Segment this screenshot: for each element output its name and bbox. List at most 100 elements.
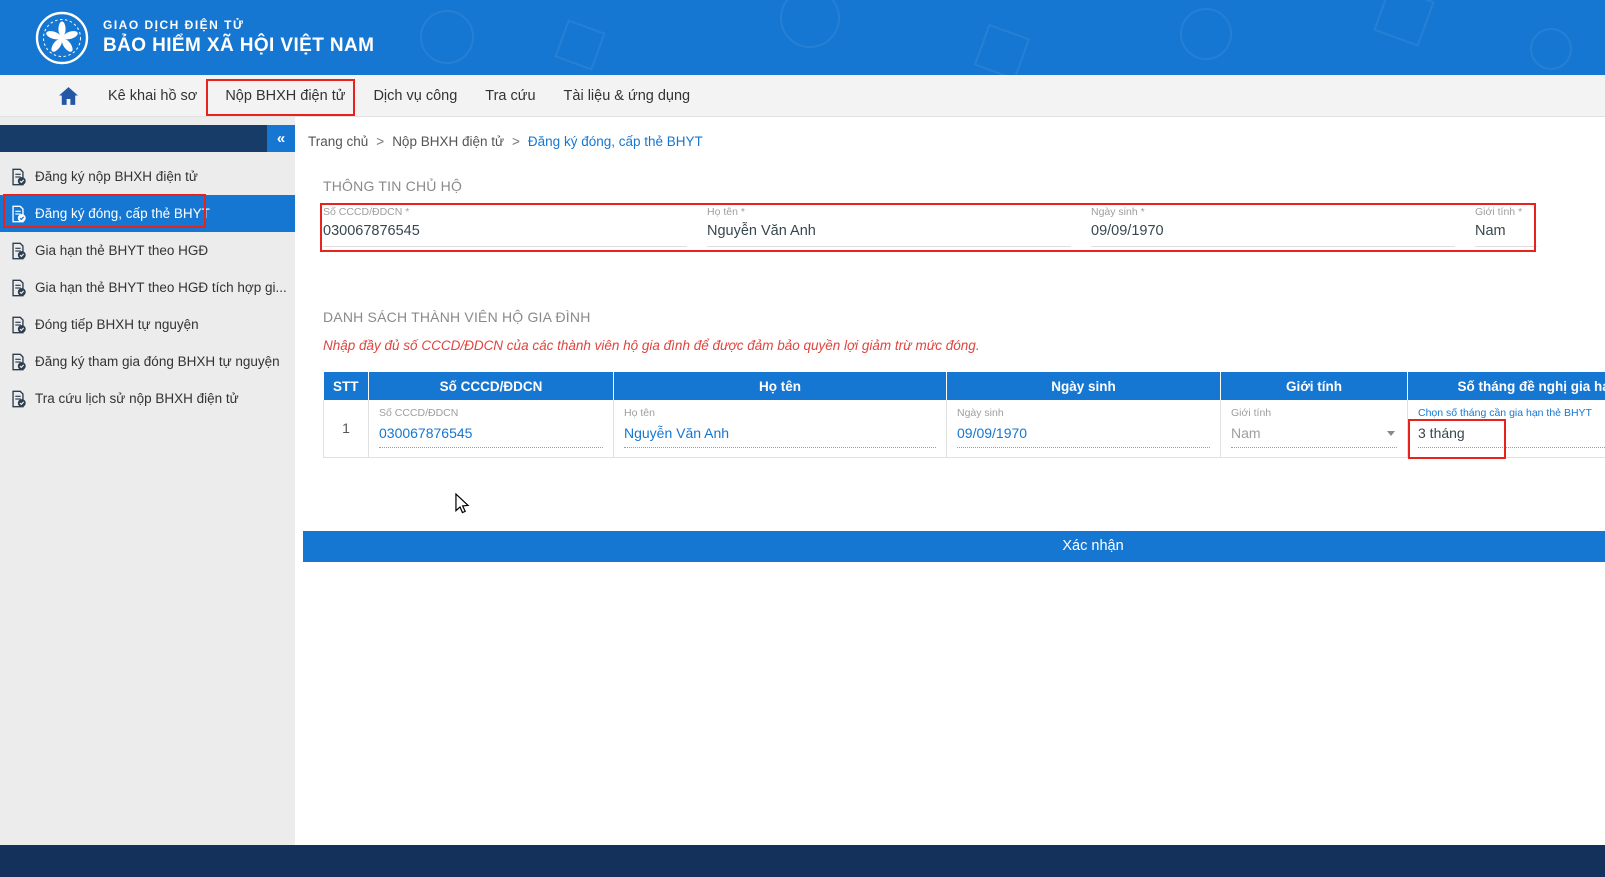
row-so-thang-hint: Chọn số tháng cần gia hạn thẻ BHYT [1418, 407, 1605, 419]
sidebar-item-label: Đóng tiếp BHXH tự nguyện [35, 317, 199, 332]
field-gioi-tinh-value[interactable]: Nam [1475, 223, 1537, 239]
row-ngay-sinh-label: Ngày sinh [957, 407, 1210, 419]
sidebar: « Đăng ký nộp BHXH điện tử Đăng ký đóng,… [0, 117, 295, 845]
field-gioi-tinh[interactable]: Giới tính * Nam [1475, 206, 1537, 247]
row-ho-ten-cell: Họ tên Nguyễn Văn Anh [614, 400, 947, 457]
sidebar-item-label: Đăng ký đóng, cấp thẻ BHYT [35, 206, 210, 221]
breadcrumb: Trang chủ > Nộp BHXH điện tử > Đăng ký đ… [303, 117, 1605, 165]
household-head-title: THÔNG TIN CHỦ HỘ [303, 178, 1605, 194]
members-table: STT Số CCCD/ĐDCN Họ tên Ngày sinh Giới t… [323, 372, 1605, 458]
nav-nop-bhxh-dien-tu[interactable]: Nộp BHXH điện tử [225, 88, 345, 104]
field-ngay-sinh-label: Ngày sinh * [1091, 206, 1455, 218]
sidebar-item-dang-ky-tham-gia-dong-bhxh-tu-nguyen[interactable]: Đăng ký tham gia đóng BHXH tự nguyện [0, 343, 295, 380]
header-decoration [420, 10, 474, 64]
home-button[interactable] [58, 85, 80, 107]
row-cccd-input[interactable]: 030067876545 [379, 425, 603, 448]
breadcrumb-separator: > [512, 134, 520, 149]
header-decoration [974, 24, 1030, 75]
sidebar-item-gia-han-the-bhyt-theo-hgd[interactable]: Gia hạn thẻ BHYT theo HGĐ [0, 232, 295, 269]
nav-dich-vu-cong[interactable]: Dịch vụ công [373, 88, 457, 104]
sidebar-item-label: Tra cứu lịch sử nộp BHXH điện tử [35, 391, 239, 406]
chevron-down-icon [1387, 431, 1395, 436]
field-cccd-value[interactable]: 030067876545 [323, 223, 687, 239]
bhxh-logo-icon [35, 11, 89, 65]
sidebar-item-label: Đăng ký nộp BHXH điện tử [35, 169, 198, 184]
field-ngay-sinh-value[interactable]: 09/09/1970 [1091, 223, 1455, 239]
col-ngay-sinh: Ngày sinh [947, 372, 1221, 400]
row-cccd-cell: Số CCCD/ĐDCN 030067876545 [369, 400, 614, 457]
collapse-sidebar-button[interactable]: « [267, 125, 295, 152]
nav-tra-cuu[interactable]: Tra cứu [485, 88, 535, 104]
page: GIAO DỊCH ĐIỆN TỬ BẢO HIỂM XÃ HỘI VIỆT N… [0, 0, 1605, 877]
header-decoration [554, 19, 605, 70]
footer [0, 845, 1605, 877]
row-cccd-label: Số CCCD/ĐDCN [379, 407, 603, 419]
brand-title: BẢO HIỂM XÃ HỘI VIỆT NAM [103, 35, 374, 57]
document-check-icon [9, 205, 27, 223]
members-table-header-row: STT Số CCCD/ĐDCN Họ tên Ngày sinh Giới t… [324, 372, 1605, 400]
breadcrumb-nop-bhxh-dien-tu[interactable]: Nộp BHXH điện tử [392, 134, 504, 149]
sidebar-item-label: Gia hạn thẻ BHYT theo HGĐ [35, 243, 208, 258]
sidebar-item-dang-ky-nop-bhxh[interactable]: Đăng ký nộp BHXH điện tử [0, 158, 295, 195]
col-cccd: Số CCCD/ĐDCN [369, 372, 614, 400]
row-gioi-tinh-label: Giới tính [1231, 407, 1397, 419]
confirm-button[interactable]: Xác nhận [303, 531, 1605, 562]
sidebar-item-tra-cuu-lich-su[interactable]: Tra cứu lịch sử nộp BHXH điện tử [0, 380, 295, 417]
header-decoration [1180, 8, 1232, 60]
header-decoration [780, 0, 840, 48]
table-row: 1 Số CCCD/ĐDCN 030067876545 Họ tên Nguyễ… [324, 400, 1605, 457]
row-gioi-tinh-cell: Giới tính Nam [1221, 400, 1408, 457]
brand-subtitle: GIAO DỊCH ĐIỆN TỬ [103, 18, 374, 32]
field-ho-ten[interactable]: Họ tên * Nguyễn Văn Anh [707, 206, 1071, 247]
members-section: DANH SÁCH THÀNH VIÊN HỘ GIA ĐÌNH Nhập đầ… [303, 309, 1605, 458]
main-content: Trang chủ > Nộp BHXH điện tử > Đăng ký đ… [295, 117, 1605, 845]
sidebar-collapse-bar: « [0, 125, 295, 152]
document-check-icon [9, 353, 27, 371]
col-gioi-tinh: Giới tính [1221, 372, 1408, 400]
breadcrumb-trang-chu[interactable]: Trang chủ [308, 134, 368, 149]
document-check-icon [9, 168, 27, 186]
field-ngay-sinh[interactable]: Ngày sinh * 09/09/1970 [1091, 206, 1455, 247]
field-gioi-tinh-label: Giới tính * [1475, 206, 1537, 218]
document-check-icon [9, 316, 27, 334]
document-check-icon [9, 390, 27, 408]
household-head-fields: Số CCCD/ĐDCN * 030067876545 Họ tên * Ngu… [323, 206, 1605, 247]
field-ho-ten-value[interactable]: Nguyễn Văn Anh [707, 223, 1071, 239]
row-so-thang-dropdown[interactable]: 3 tháng [1418, 425, 1605, 448]
main-nav: Kê khai hồ sơ Nộp BHXH điện tử Dịch vụ c… [0, 75, 1605, 117]
row-gioi-tinh-value: Nam [1231, 425, 1261, 441]
row-ngay-sinh-input[interactable]: 09/09/1970 [957, 425, 1210, 448]
breadcrumb-current: Đăng ký đóng, cấp thẻ BHYT [528, 134, 703, 149]
field-cccd-label: Số CCCD/ĐDCN * [323, 206, 687, 218]
nav-tai-lieu-ung-dung[interactable]: Tài liệu & ứng dụng [564, 88, 691, 104]
header-decoration [1530, 28, 1572, 70]
house-icon [58, 86, 79, 106]
nav-ke-khai-ho-so[interactable]: Kê khai hồ sơ [108, 88, 197, 104]
document-check-icon [9, 242, 27, 260]
row-so-thang-cell: Chọn số tháng cần gia hạn thẻ BHYT 3 thá… [1408, 400, 1605, 457]
header-decoration [1373, 0, 1435, 47]
row-stt: 1 [324, 400, 369, 457]
col-so-thang: Số tháng đề nghị gia hạn [1408, 372, 1605, 400]
sidebar-item-dong-tiep-bhxh-tu-nguyen[interactable]: Đóng tiếp BHXH tự nguyện [0, 306, 295, 343]
household-head-section: THÔNG TIN CHỦ HỘ Số CCCD/ĐDCN * 03006787… [303, 178, 1605, 247]
row-ho-ten-label: Họ tên [624, 407, 936, 419]
sidebar-item-gia-han-the-bhyt-tich-hop[interactable]: Gia hạn thẻ BHYT theo HGĐ tích hợp gi... [0, 269, 295, 306]
sidebar-menu: Đăng ký nộp BHXH điện tử Đăng ký đóng, c… [0, 158, 295, 417]
row-ngay-sinh-cell: Ngày sinh 09/09/1970 [947, 400, 1221, 457]
row-gioi-tinh-dropdown[interactable]: Nam [1231, 425, 1397, 448]
field-ho-ten-label: Họ tên * [707, 206, 1071, 218]
col-ho-ten: Họ tên [614, 372, 947, 400]
members-note: Nhập đầy đủ số CCCD/ĐDCN của các thành v… [323, 338, 1605, 353]
brand-block: GIAO DỊCH ĐIỆN TỬ BẢO HIỂM XÃ HỘI VIỆT N… [103, 18, 374, 57]
members-title: DANH SÁCH THÀNH VIÊN HỘ GIA ĐÌNH [303, 309, 1605, 325]
app-header: GIAO DỊCH ĐIỆN TỬ BẢO HIỂM XÃ HỘI VIỆT N… [0, 0, 1605, 75]
document-check-icon [9, 279, 27, 297]
sidebar-item-label: Gia hạn thẻ BHYT theo HGĐ tích hợp gi... [35, 280, 287, 295]
row-ho-ten-input[interactable]: Nguyễn Văn Anh [624, 425, 936, 448]
sidebar-item-dang-ky-dong-cap-the-bhyt[interactable]: Đăng ký đóng, cấp thẻ BHYT [0, 195, 295, 232]
field-cccd[interactable]: Số CCCD/ĐDCN * 030067876545 [323, 206, 687, 247]
breadcrumb-separator: > [376, 134, 384, 149]
col-stt: STT [324, 372, 369, 400]
sidebar-item-label: Đăng ký tham gia đóng BHXH tự nguyện [35, 354, 280, 369]
